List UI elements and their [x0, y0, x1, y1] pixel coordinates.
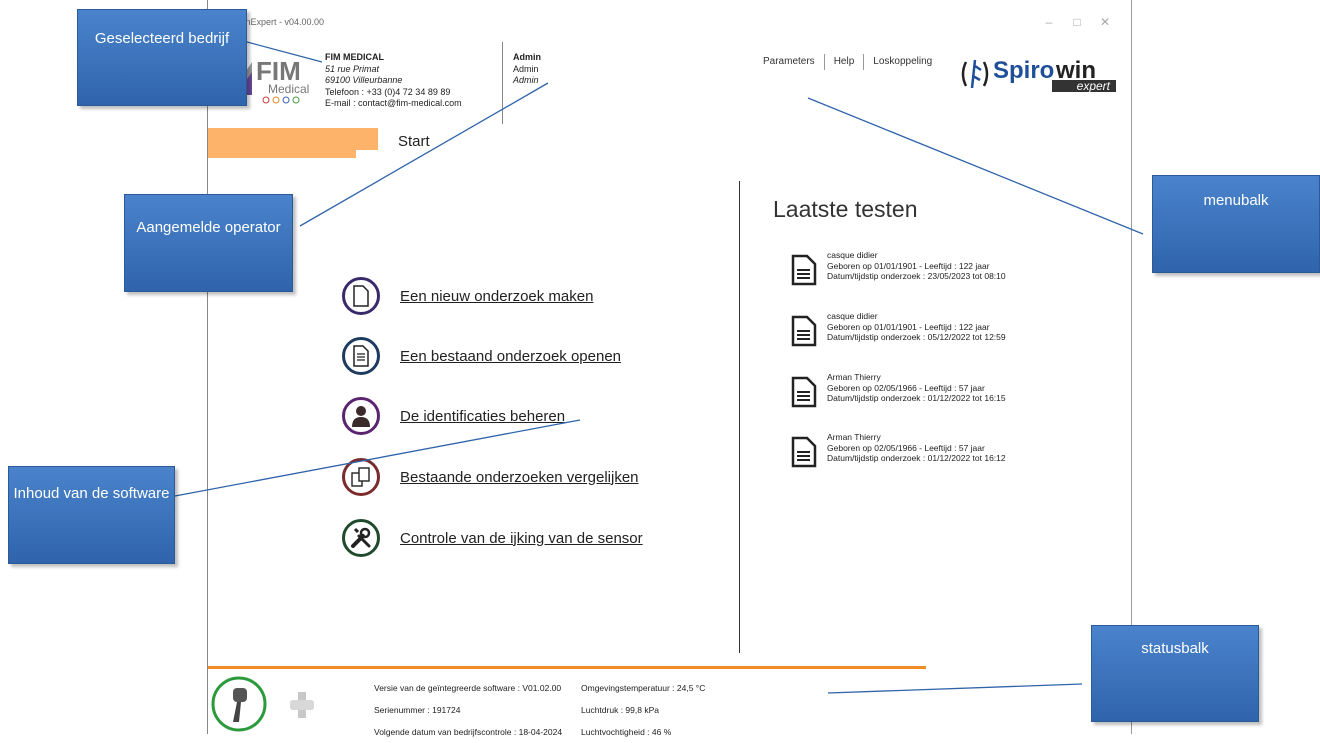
action-compare-exams[interactable]: Bestaande onderzoeken vergelijken	[342, 455, 639, 499]
compare-icon	[342, 458, 380, 496]
callout-software-content: Inhoud van de software	[8, 466, 175, 564]
content-divider	[739, 181, 740, 653]
action-label: Bestaande onderzoeken vergelijken	[400, 468, 639, 486]
company-street: 51 rue Primat	[325, 63, 380, 74]
tools-icon	[342, 519, 380, 557]
exam-datetime: Datum/tijdstip onderzoek : 05/12/2022 to…	[827, 332, 1006, 342]
minimize-icon[interactable]: –	[1038, 12, 1060, 32]
header-divider	[502, 42, 503, 124]
app-window: SpirowinExpert - v04.00.00 – □ ✕ FIM Med…	[207, 0, 1132, 737]
action-label: Een nieuw onderzoek maken	[400, 287, 594, 305]
recent-test-item[interactable]: Arman Thierry Geboren op 02/05/1966 - Le…	[791, 432, 1091, 482]
status-device-info: Versie van de geïntegreerde software : V…	[374, 677, 562, 743]
patient-name: Arman Thierry	[827, 432, 881, 442]
document-icon	[791, 376, 817, 408]
company-email: E-mail : contact@fim-medical.com	[325, 98, 462, 108]
action-label: Controle van de ijking van de sensor	[400, 529, 643, 547]
action-label: Een bestaand onderzoek openen	[400, 347, 622, 365]
callout-status-bar: statusbalk	[1091, 625, 1259, 722]
operator-line2: Admin	[513, 63, 539, 74]
menu-bar: Parameters Help Loskoppeling	[754, 54, 941, 70]
recent-test-item[interactable]: casque didier Geboren op 01/01/1901 - Le…	[791, 311, 1091, 361]
brand-name-part1: Spiro	[993, 57, 1054, 84]
recent-test-item[interactable]: Arman Thierry Geboren op 02/05/1966 - Le…	[791, 372, 1091, 422]
spirowin-logo: Spiro win expert	[960, 48, 1120, 96]
logo-sub-text: Medical	[268, 82, 309, 96]
action-manage-identifications[interactable]: De identificaties beheren	[342, 394, 565, 438]
recent-tests-title: Laatste testen	[773, 196, 918, 222]
operator-line3: Admin	[513, 75, 539, 85]
callout-menu-bar: menubalk	[1152, 175, 1320, 273]
patient-birth: Geboren op 01/01/1901 - Leeftijd : 122 j…	[827, 260, 990, 271]
menu-parameters[interactable]: Parameters	[754, 56, 824, 70]
status-next-check: Volgende datum van bedrijfscontrole : 18…	[374, 727, 563, 737]
patient-birth: Geboren op 02/05/1966 - Leeftijd : 57 ja…	[827, 442, 985, 453]
document-icon	[791, 436, 817, 468]
status-pressure: Luchtdruk : 99,8 kPa	[581, 705, 659, 715]
action-new-exam[interactable]: Een nieuw onderzoek maken	[342, 274, 593, 318]
operator-name: Admin	[513, 52, 541, 62]
exam-datetime: Datum/tijdstip onderzoek : 01/12/2022 to…	[827, 453, 1006, 463]
document-icon	[791, 254, 817, 286]
action-label: De identificaties beheren	[400, 407, 566, 425]
status-serial-number: Serienummer : 191724	[374, 705, 461, 715]
company-phone: Telefoon : +33 (0)4 72 34 89 89	[325, 86, 451, 97]
status-environment: Omgevingstemperatuur : 24,5 °C Luchtdruk…	[581, 677, 705, 743]
callout-logged-in-operator: Aangemelde operator	[124, 194, 293, 292]
patient-birth: Geboren op 02/05/1966 - Leeftijd : 57 ja…	[827, 382, 985, 393]
company-info: FIM MEDICAL 51 rue Primat 69100 Villeurb…	[325, 52, 462, 110]
new-document-icon	[342, 277, 380, 315]
status-separator	[208, 666, 926, 669]
document-icon	[791, 315, 817, 347]
exam-datetime: Datum/tijdstip onderzoek : 01/12/2022 to…	[827, 393, 1006, 403]
spirometer-icon	[211, 676, 267, 737]
callout-selected-company: Geselecteerd bedrijf	[77, 9, 247, 106]
status-software-version: Versie van de geïntegreerde software : V…	[374, 683, 562, 693]
patient-birth: Geboren op 01/01/1901 - Leeftijd : 122 j…	[827, 321, 990, 332]
status-humidity: Luchtvochtigheid : 46 %	[581, 727, 672, 737]
filter-icon	[288, 690, 316, 725]
tab-start[interactable]: Start	[398, 133, 430, 150]
open-document-icon	[342, 337, 380, 375]
close-icon[interactable]: ✕	[1094, 12, 1116, 32]
menu-disconnect[interactable]: Loskoppeling	[864, 56, 941, 70]
menu-help[interactable]: Help	[825, 56, 864, 70]
person-icon	[342, 397, 380, 435]
recent-test-item[interactable]: casque didier Geboren op 01/01/1901 - Le…	[791, 250, 1091, 300]
tab-highlight-lower	[208, 150, 356, 158]
patient-name: Arman Thierry	[827, 372, 881, 382]
operator-info: Admin Admin Admin	[513, 52, 541, 87]
patient-name: casque didier	[827, 311, 878, 321]
maximize-icon[interactable]: □	[1066, 12, 1088, 32]
action-sensor-calibration[interactable]: Controle van de ijking van de sensor	[342, 516, 643, 560]
status-temperature: Omgevingstemperatuur : 24,5 °C	[581, 683, 706, 693]
company-name: FIM MEDICAL	[325, 52, 384, 62]
company-city: 69100 Villeurbanne	[325, 75, 403, 85]
tab-highlight	[208, 128, 378, 150]
exam-datetime: Datum/tijdstip onderzoek : 23/05/2023 to…	[827, 271, 1006, 281]
brand-tagline: expert	[1077, 79, 1111, 93]
action-open-exam[interactable]: Een bestaand onderzoek openen	[342, 334, 621, 378]
patient-name: casque didier	[827, 250, 878, 260]
